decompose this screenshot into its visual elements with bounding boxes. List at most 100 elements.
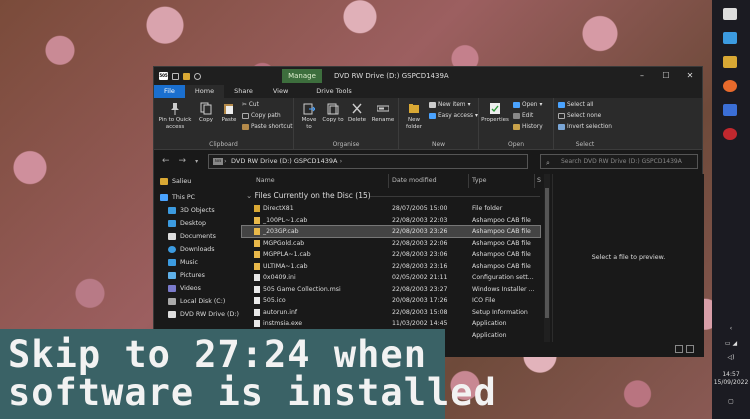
table-row[interactable]: 505.ico 20/08/2003 17:26 ICO File	[242, 295, 540, 306]
new-folder-button[interactable]: New folder	[403, 102, 425, 131]
nav-item-3d-objects[interactable]: 3D Objects	[168, 207, 215, 214]
network-icon[interactable]: ▭ ◢	[712, 340, 750, 347]
nav-item-this-pc[interactable]: This PC	[160, 194, 195, 201]
file-explorer-icon[interactable]	[723, 56, 737, 68]
caption-banner: Skip to 27:24 when software is installed	[0, 329, 496, 419]
copy-to-button[interactable]: Copy to	[322, 102, 344, 124]
back-icon[interactable]: ←	[162, 156, 170, 166]
nav-item-downloads[interactable]: Downloads	[168, 246, 215, 253]
caption-line-1: Skip to 27:24 when	[8, 333, 427, 376]
file-icon	[254, 308, 260, 316]
cab-file-icon	[254, 251, 260, 258]
firefox-icon[interactable]	[723, 80, 737, 92]
nav-label: Salieu	[172, 178, 192, 185]
nav-item-salieu[interactable]: Salieu	[160, 178, 191, 185]
table-row[interactable]: MGPPLA~1.cab 22/08/2003 23:06 Ashampoo CAB…	[242, 249, 540, 260]
copy-to-label: Copy to	[322, 117, 344, 123]
volume-icon[interactable]: ◁)	[712, 354, 750, 361]
nav-item-documents[interactable]: Documents	[168, 233, 216, 240]
nav-label: Documents	[180, 233, 216, 240]
edit-button[interactable]: Edit	[513, 113, 533, 119]
column-name[interactable]: Name	[256, 177, 275, 184]
details-view-icon[interactable]	[675, 345, 683, 353]
copy-button[interactable]: Copy	[196, 102, 216, 124]
nav-item-local-disk[interactable]: Local Disk (C:)	[168, 298, 225, 305]
table-row[interactable]: 0x0409.ini 02/05/2002 21:11 Configuration …	[242, 272, 540, 283]
table-row[interactable]: _100PL~1.cab 22/08/2003 22:03 Ashampoo CAB…	[242, 215, 540, 226]
select-all-label: Select all	[567, 102, 594, 108]
pin-quick-access-button[interactable]: Pin to Quick access	[156, 102, 194, 131]
tab-drive-tools[interactable]: Drive Tools	[306, 85, 361, 98]
easy-access-button[interactable]: Easy access ▾	[429, 113, 478, 119]
properties-qa-icon[interactable]	[172, 72, 179, 80]
new-item-label: New item	[438, 102, 466, 108]
move-to-button[interactable]: Move to	[298, 102, 320, 131]
copy-to-icon	[327, 103, 339, 115]
search-input[interactable]: ⌕ Search DVD RW Drive (D:) GSPCD1439A	[540, 154, 698, 169]
tab-home[interactable]: Home	[184, 85, 225, 98]
new-folder-label: New folder	[406, 117, 422, 130]
nav-item-music[interactable]: Music	[168, 259, 198, 266]
file-date: 22/08/2003 23:16	[392, 262, 448, 270]
address-bar[interactable]: 505 › DVD RW Drive (D:) GSPCD1439A ›	[208, 154, 528, 169]
large-icons-view-icon[interactable]	[686, 345, 694, 353]
nav-item-desktop[interactable]: Desktop	[168, 220, 206, 227]
maximize-button[interactable]: ☐	[654, 67, 678, 85]
store-icon[interactable]	[723, 32, 737, 44]
scrollbar-thumb[interactable]	[545, 188, 549, 318]
recent-dropdown-icon[interactable]: ▾	[195, 158, 198, 166]
rename-button[interactable]: Rename	[370, 102, 396, 124]
select-none-button[interactable]: Select none	[558, 113, 601, 119]
ribbon: Pin to Quick access Copy Paste ✂ Cut Copy…	[154, 98, 702, 150]
pictures-icon	[168, 272, 176, 279]
invert-selection-label: Invert selection	[567, 124, 612, 130]
properties-button[interactable]: Properties	[481, 102, 509, 124]
invert-selection-button[interactable]: Invert selection	[558, 124, 612, 130]
cut-label: Cut	[248, 102, 259, 108]
file-type: Application	[472, 331, 507, 339]
app-icon[interactable]	[723, 128, 737, 140]
history-button[interactable]: History	[513, 124, 543, 130]
table-row[interactable]: DirectX81 28/07/2005 15:00 File folder	[242, 203, 540, 214]
manage-tab[interactable]: Manage	[282, 69, 322, 83]
table-row[interactable]: ULTIMA~1.cab 22/08/2003 23:16 Ashampoo CAB…	[242, 261, 540, 272]
minimize-button[interactable]: –	[630, 67, 654, 85]
vertical-scrollbar[interactable]	[544, 174, 550, 344]
copy-path-button[interactable]: Copy path	[242, 113, 281, 119]
clock-time[interactable]: 14:57	[712, 371, 750, 378]
paste-shortcut-button[interactable]: Paste shortcut	[242, 124, 293, 130]
tab-share[interactable]: Share	[224, 85, 263, 98]
new-folder-qa-icon[interactable]	[183, 72, 190, 80]
select-all-button[interactable]: Select all	[558, 102, 594, 108]
cut-button[interactable]: ✂ Cut	[242, 102, 259, 108]
close-button[interactable]: ✕	[678, 67, 702, 85]
breadcrumb: DVD RW Drive (D:) GSPCD1439A	[231, 157, 338, 165]
nav-item-pictures[interactable]: Pictures	[168, 272, 205, 279]
delete-button[interactable]: Delete	[346, 102, 368, 124]
tab-view[interactable]: View	[263, 85, 298, 98]
new-item-button[interactable]: New item ▾	[429, 102, 471, 108]
tray-chevron-icon[interactable]: ‹	[712, 325, 750, 332]
mail-icon[interactable]	[723, 104, 737, 116]
table-row[interactable]: 505 Game Collection.msi 22/08/2003 23:27 W…	[242, 284, 540, 295]
table-row[interactable]: MGPGold.cab 22/08/2003 22:06 Ashampoo CAB …	[242, 238, 540, 249]
pinned-app-icon[interactable]	[723, 8, 737, 20]
tab-file[interactable]: File	[154, 85, 185, 98]
open-button[interactable]: Open ▾	[513, 102, 542, 108]
table-row[interactable]: autorun.inf 22/08/2003 15:08 Setup Informa…	[242, 307, 540, 318]
forward-icon[interactable]: →	[179, 156, 187, 166]
column-date-modified[interactable]: Date modified	[392, 177, 437, 184]
paste-button[interactable]: Paste	[218, 102, 240, 124]
file-date: 22/08/2003 23:27	[392, 285, 448, 293]
undo-qa-icon[interactable]	[194, 72, 201, 80]
table-row[interactable]: _203GP.cab 22/08/2003 23:26 Ashampoo CAB f…	[241, 225, 541, 238]
table-row[interactable]: instmsia.exe 11/03/2002 14:45 Application	[242, 318, 540, 329]
nav-item-videos[interactable]: Videos	[168, 285, 201, 292]
group-header[interactable]: ⌄ Files Currently on the Disc (15)	[246, 191, 371, 200]
clock-date[interactable]: 15/09/2022	[712, 379, 750, 386]
column-type[interactable]: Type	[472, 177, 486, 184]
desktop-icon	[168, 220, 176, 227]
column-size[interactable]: S	[537, 177, 541, 184]
notification-icon[interactable]: ▢	[712, 398, 750, 405]
nav-item-dvd-drive[interactable]: DVD RW Drive (D:)	[168, 311, 239, 318]
